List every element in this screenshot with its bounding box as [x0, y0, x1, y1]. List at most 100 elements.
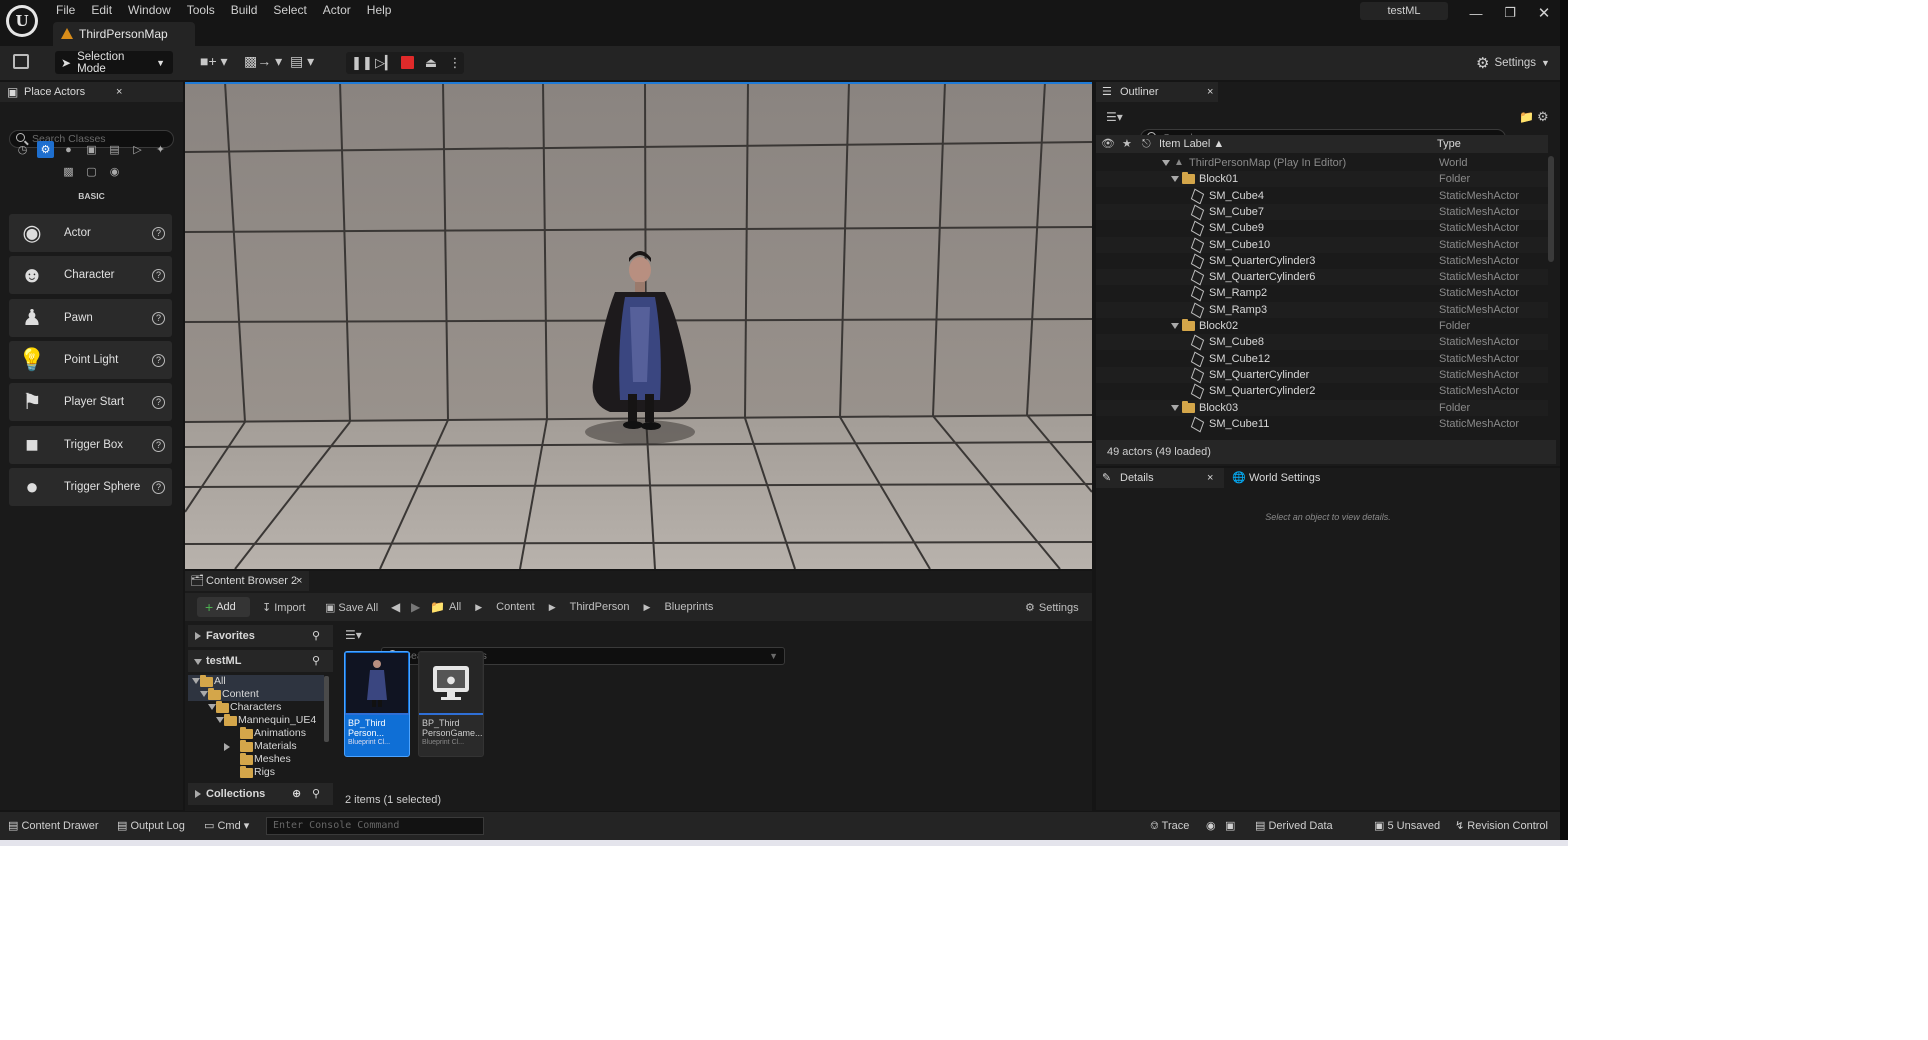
- collections-section[interactable]: Collections ⊕ ⚲: [188, 783, 333, 805]
- map-tab[interactable]: ThirdPersonMap: [53, 22, 195, 46]
- help-icon[interactable]: ?: [152, 353, 165, 367]
- gear-icon[interactable]: ⚙: [1537, 109, 1549, 125]
- filter-icon[interactable]: ☰▾: [345, 628, 362, 642]
- outliner-tab[interactable]: ☰ Outliner ×: [1096, 82, 1218, 102]
- minimize-icon[interactable]: —: [1458, 0, 1494, 26]
- actor-item-actor[interactable]: ◉ Actor?: [9, 214, 172, 252]
- filter-icon[interactable]: ☰▾: [1106, 110, 1123, 124]
- unsaved-button[interactable]: ▣ 5 Unsaved: [1374, 812, 1440, 840]
- outliner-row[interactable]: SM_QuarterCylinder3 StaticMeshActor: [1096, 253, 1548, 270]
- project-section[interactable]: testML ⚲: [188, 650, 333, 672]
- place-actors-tab[interactable]: ▣ Place Actors ×: [0, 82, 183, 102]
- search-icon[interactable]: ⚲: [312, 783, 320, 805]
- outliner-scrollbar[interactable]: [1548, 156, 1554, 262]
- close-tab-icon[interactable]: ×: [296, 571, 302, 591]
- details-tab[interactable]: ✎ Details ×: [1096, 468, 1224, 488]
- menu-edit[interactable]: Edit: [83, 3, 120, 17]
- more-options-icon[interactable]: ⋮: [445, 53, 465, 73]
- save-icon[interactable]: [13, 54, 29, 69]
- revision-control-button[interactable]: ↯ Revision Control: [1455, 812, 1548, 840]
- trace-button[interactable]: ⎊ Trace: [1150, 812, 1189, 840]
- unreal-logo-icon[interactable]: U: [6, 5, 38, 37]
- menu-help[interactable]: Help: [359, 3, 400, 17]
- forward-icon[interactable]: ▶: [411, 600, 420, 614]
- selection-mode-dropdown[interactable]: ➤ Selection Mode ▼: [55, 51, 173, 75]
- outliner-row[interactable]: SM_Cube11 StaticMeshActor: [1096, 416, 1548, 433]
- search-icon[interactable]: ⚲: [312, 650, 320, 672]
- category-icon-row2-1[interactable]: ▢: [83, 163, 100, 180]
- search-icon[interactable]: ⚲: [312, 625, 320, 647]
- menu-select[interactable]: Select: [265, 3, 314, 17]
- back-icon[interactable]: ◀: [391, 600, 400, 614]
- eject-icon[interactable]: ⏏: [421, 53, 441, 73]
- breadcrumb-item[interactable]: All: [449, 601, 461, 613]
- category-icon-5[interactable]: ▷: [129, 141, 146, 158]
- outliner-row[interactable]: SM_Ramp3 StaticMeshActor: [1096, 301, 1548, 319]
- category-icon-row2-0[interactable]: ▩: [60, 163, 77, 180]
- level-viewport[interactable]: [185, 82, 1092, 569]
- step-icon[interactable]: ▷▎: [375, 53, 395, 73]
- tree-scrollbar[interactable]: [324, 676, 329, 742]
- content-browser-tab[interactable]: 🗂 Content Browser 2 ×: [185, 571, 309, 591]
- tree-item[interactable]: Meshes: [188, 753, 324, 766]
- category-icon-2[interactable]: ●: [60, 141, 77, 158]
- visibility-icon[interactable]: 👁: [1101, 135, 1115, 153]
- actor-item-trigger-box[interactable]: ■ Trigger Box?: [9, 425, 172, 464]
- record-icon[interactable]: ◉: [1206, 812, 1216, 840]
- breadcrumb-item[interactable]: Content: [496, 601, 535, 613]
- pause-icon[interactable]: ❚❚: [351, 53, 373, 73]
- outliner-row[interactable]: SM_Cube4 StaticMeshActor: [1096, 188, 1548, 205]
- expand-icon[interactable]: [1171, 176, 1179, 183]
- expand-icon[interactable]: [1171, 404, 1179, 411]
- actor-item-player-start[interactable]: ⚑ Player Start?: [9, 383, 172, 422]
- help-icon[interactable]: ?: [152, 227, 165, 240]
- tree-item[interactable]: Rigs: [188, 766, 324, 779]
- outliner-row[interactable]: SM_Cube7 StaticMeshActor: [1096, 203, 1548, 221]
- star-icon[interactable]: ★: [1122, 135, 1132, 153]
- outliner-row[interactable]: SM_Cube9 StaticMeshActor: [1096, 220, 1548, 237]
- menu-actor[interactable]: Actor: [315, 3, 359, 17]
- outliner-row[interactable]: SM_QuarterCylinder2 StaticMeshActor: [1096, 383, 1548, 400]
- tree-item[interactable]: Mannequin_UE4: [188, 714, 324, 727]
- add-folder-icon[interactable]: 📁: [1519, 110, 1534, 124]
- outliner-row[interactable]: SM_Cube8 StaticMeshActor: [1096, 334, 1548, 351]
- outliner-row[interactable]: SM_Cube10 StaticMeshActor: [1096, 236, 1548, 253]
- outliner-row[interactable]: Block02 Folder: [1096, 318, 1548, 334]
- menu-file[interactable]: File: [48, 3, 83, 17]
- restore-icon[interactable]: ❐: [1492, 0, 1528, 26]
- outliner-row[interactable]: SM_Ramp2 StaticMeshActor: [1096, 285, 1548, 302]
- add-collection-icon[interactable]: ⊕: [292, 783, 301, 805]
- pin-icon[interactable]: ⎋: [1142, 135, 1151, 153]
- tree-item[interactable]: All: [188, 675, 324, 688]
- tree-item[interactable]: Content: [188, 688, 324, 701]
- tree-item[interactable]: Materials: [188, 740, 324, 753]
- blueprint-icon[interactable]: ▩→ ▾: [244, 53, 282, 70]
- category-icon-3[interactable]: ▣: [83, 141, 100, 158]
- expand-icon[interactable]: [192, 678, 200, 684]
- outliner-row[interactable]: SM_QuarterCylinder6 StaticMeshActor: [1096, 269, 1548, 286]
- cmd-dropdown[interactable]: ▭ Cmd ▾: [204, 812, 249, 840]
- import-button[interactable]: ↧ Import: [262, 601, 305, 615]
- actor-item-character[interactable]: ☻ Character?: [9, 256, 172, 295]
- help-icon[interactable]: ?: [152, 269, 165, 283]
- stop-icon[interactable]: [401, 56, 414, 69]
- outliner-row[interactable]: SM_QuarterCylinder StaticMeshActor: [1096, 366, 1548, 384]
- menu-build[interactable]: Build: [223, 3, 266, 17]
- outliner-row[interactable]: Block03 Folder: [1096, 399, 1548, 416]
- outliner-row[interactable]: ▲ ThirdPersonMap (Play In Editor) World: [1096, 155, 1548, 171]
- help-icon[interactable]: ?: [152, 311, 165, 325]
- favorites-section[interactable]: Favorites ⚲: [188, 625, 333, 647]
- tree-item[interactable]: Characters: [188, 701, 324, 714]
- category-icon-row2-2[interactable]: ◉: [106, 163, 123, 180]
- outliner-row[interactable]: Block01 Folder: [1096, 171, 1548, 188]
- actor-item-point-light[interactable]: 💡 Point Light?: [9, 340, 172, 379]
- content-drawer-button[interactable]: ▤ Content Drawer: [8, 812, 99, 840]
- content-settings-button[interactable]: ⚙ Settings: [1025, 601, 1079, 615]
- expand-icon[interactable]: [1162, 160, 1170, 166]
- folder-icon[interactable]: 📁: [430, 600, 445, 614]
- save-all-button[interactable]: ▣ Save All: [325, 601, 378, 615]
- close-tab-icon[interactable]: ×: [1207, 82, 1213, 102]
- output-log-button[interactable]: ▤ Output Log: [117, 812, 185, 840]
- asset-tile[interactable]: ● BP_Third PersonGame... Blueprint Cl...: [418, 651, 484, 757]
- close-window-icon[interactable]: ✕: [1526, 0, 1562, 26]
